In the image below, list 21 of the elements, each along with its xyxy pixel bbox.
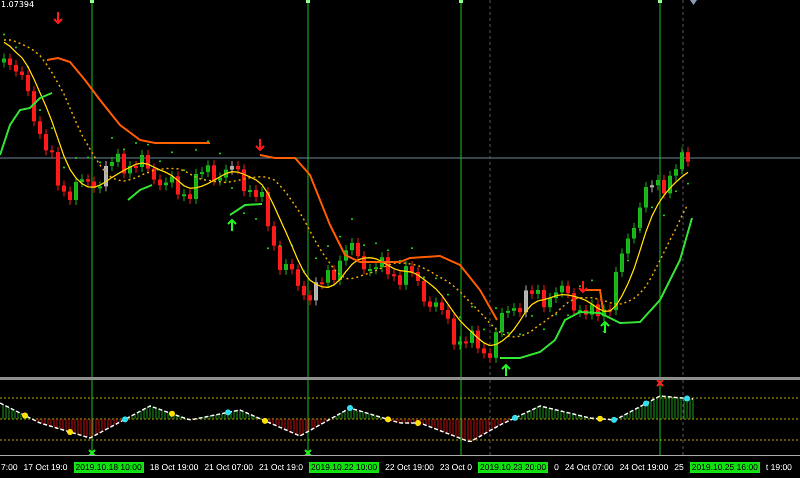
- time-axis-label: 21 Oct 19:0: [259, 462, 303, 472]
- time-axis-label: 22 Oct 19:00: [385, 462, 434, 472]
- cross-icon: [88, 449, 96, 455]
- time-axis-label: 7:00: [1, 462, 18, 472]
- time-marker-label: 2019.10.22 10:00: [308, 462, 380, 472]
- time-axis-label: t 19:00: [766, 462, 792, 472]
- time-axis-label: 21 Oct 07:00: [204, 462, 254, 472]
- time-axis-label: 25: [674, 462, 684, 472]
- time-axis-label: 23 Oct 0: [440, 462, 472, 472]
- time-axis-label: 0: [554, 462, 559, 472]
- time-axis-label: 24 Oct 19:00: [620, 462, 668, 472]
- time-axis-label: 18 Oct 19:00: [150, 462, 198, 472]
- time-marker-label: 2019.10.25 16:00: [690, 462, 760, 472]
- time-axis-label: 17 Oct 19:0: [24, 462, 68, 472]
- time-marker-label: 2019.10.23 20:00: [478, 462, 548, 472]
- time-axis-label: 24 Oct 07:00: [564, 462, 614, 472]
- triangle-icon: [690, 0, 697, 5]
- time-marker-label: 2019.10.18 10:00: [74, 462, 144, 472]
- cross-icon: [304, 449, 312, 455]
- cross-icon: [656, 380, 664, 387]
- price-label: 1.07394: [1, 0, 34, 9]
